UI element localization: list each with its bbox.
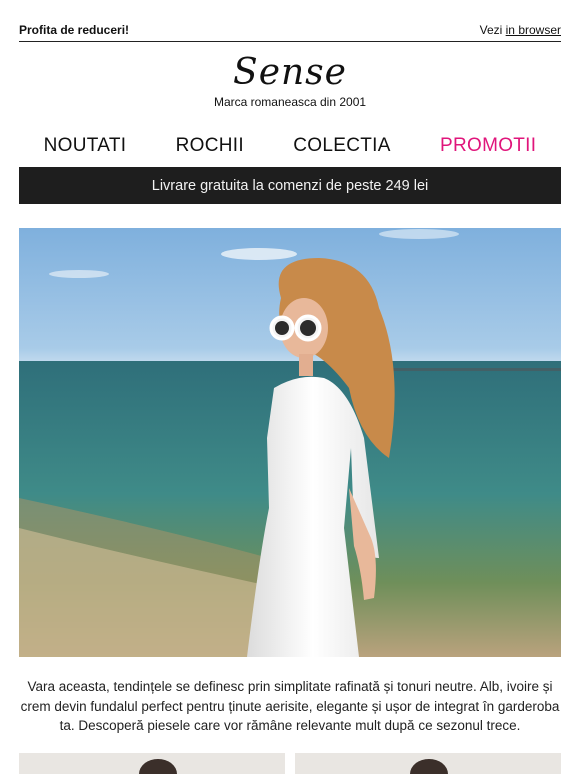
top-bar: Profita de reduceri! Vezi in browser bbox=[19, 22, 561, 42]
nav-item-promotii[interactable]: PROMOTII bbox=[440, 135, 536, 157]
model-silhouette bbox=[139, 759, 177, 774]
view-prefix: Vezi bbox=[479, 22, 503, 37]
promo-teaser: Profita de reduceri! bbox=[19, 22, 130, 37]
brand-logo[interactable]: Sense bbox=[0, 52, 580, 93]
main-nav: NOUTATI ROCHII COLECTIA PROMOTII bbox=[19, 133, 561, 159]
nav-item-noutati[interactable]: NOUTATI bbox=[44, 135, 127, 157]
free-shipping-banner[interactable]: Livrare gratuita la comenzi de peste 249… bbox=[19, 167, 561, 204]
product-image-left[interactable] bbox=[19, 753, 285, 774]
view-in-browser: Vezi in browser bbox=[480, 23, 561, 37]
banner-text: Livrare gratuita la comenzi de peste 249… bbox=[151, 177, 429, 194]
intro-paragraph: Vara aceasta, tendințele se definesc pri… bbox=[20, 679, 560, 733]
nav-item-rochii[interactable]: ROCHII bbox=[176, 135, 244, 157]
nav-item-colectia[interactable]: COLECTIA bbox=[293, 135, 390, 157]
hero-image[interactable] bbox=[19, 228, 561, 657]
hero-illustration bbox=[19, 229, 561, 657]
product-image-right[interactable] bbox=[295, 753, 561, 774]
brand-tagline: Marca romaneasca din 2001 bbox=[213, 95, 367, 109]
view-in-browser-link[interactable]: in browser bbox=[506, 23, 561, 37]
model-silhouette bbox=[410, 759, 448, 774]
